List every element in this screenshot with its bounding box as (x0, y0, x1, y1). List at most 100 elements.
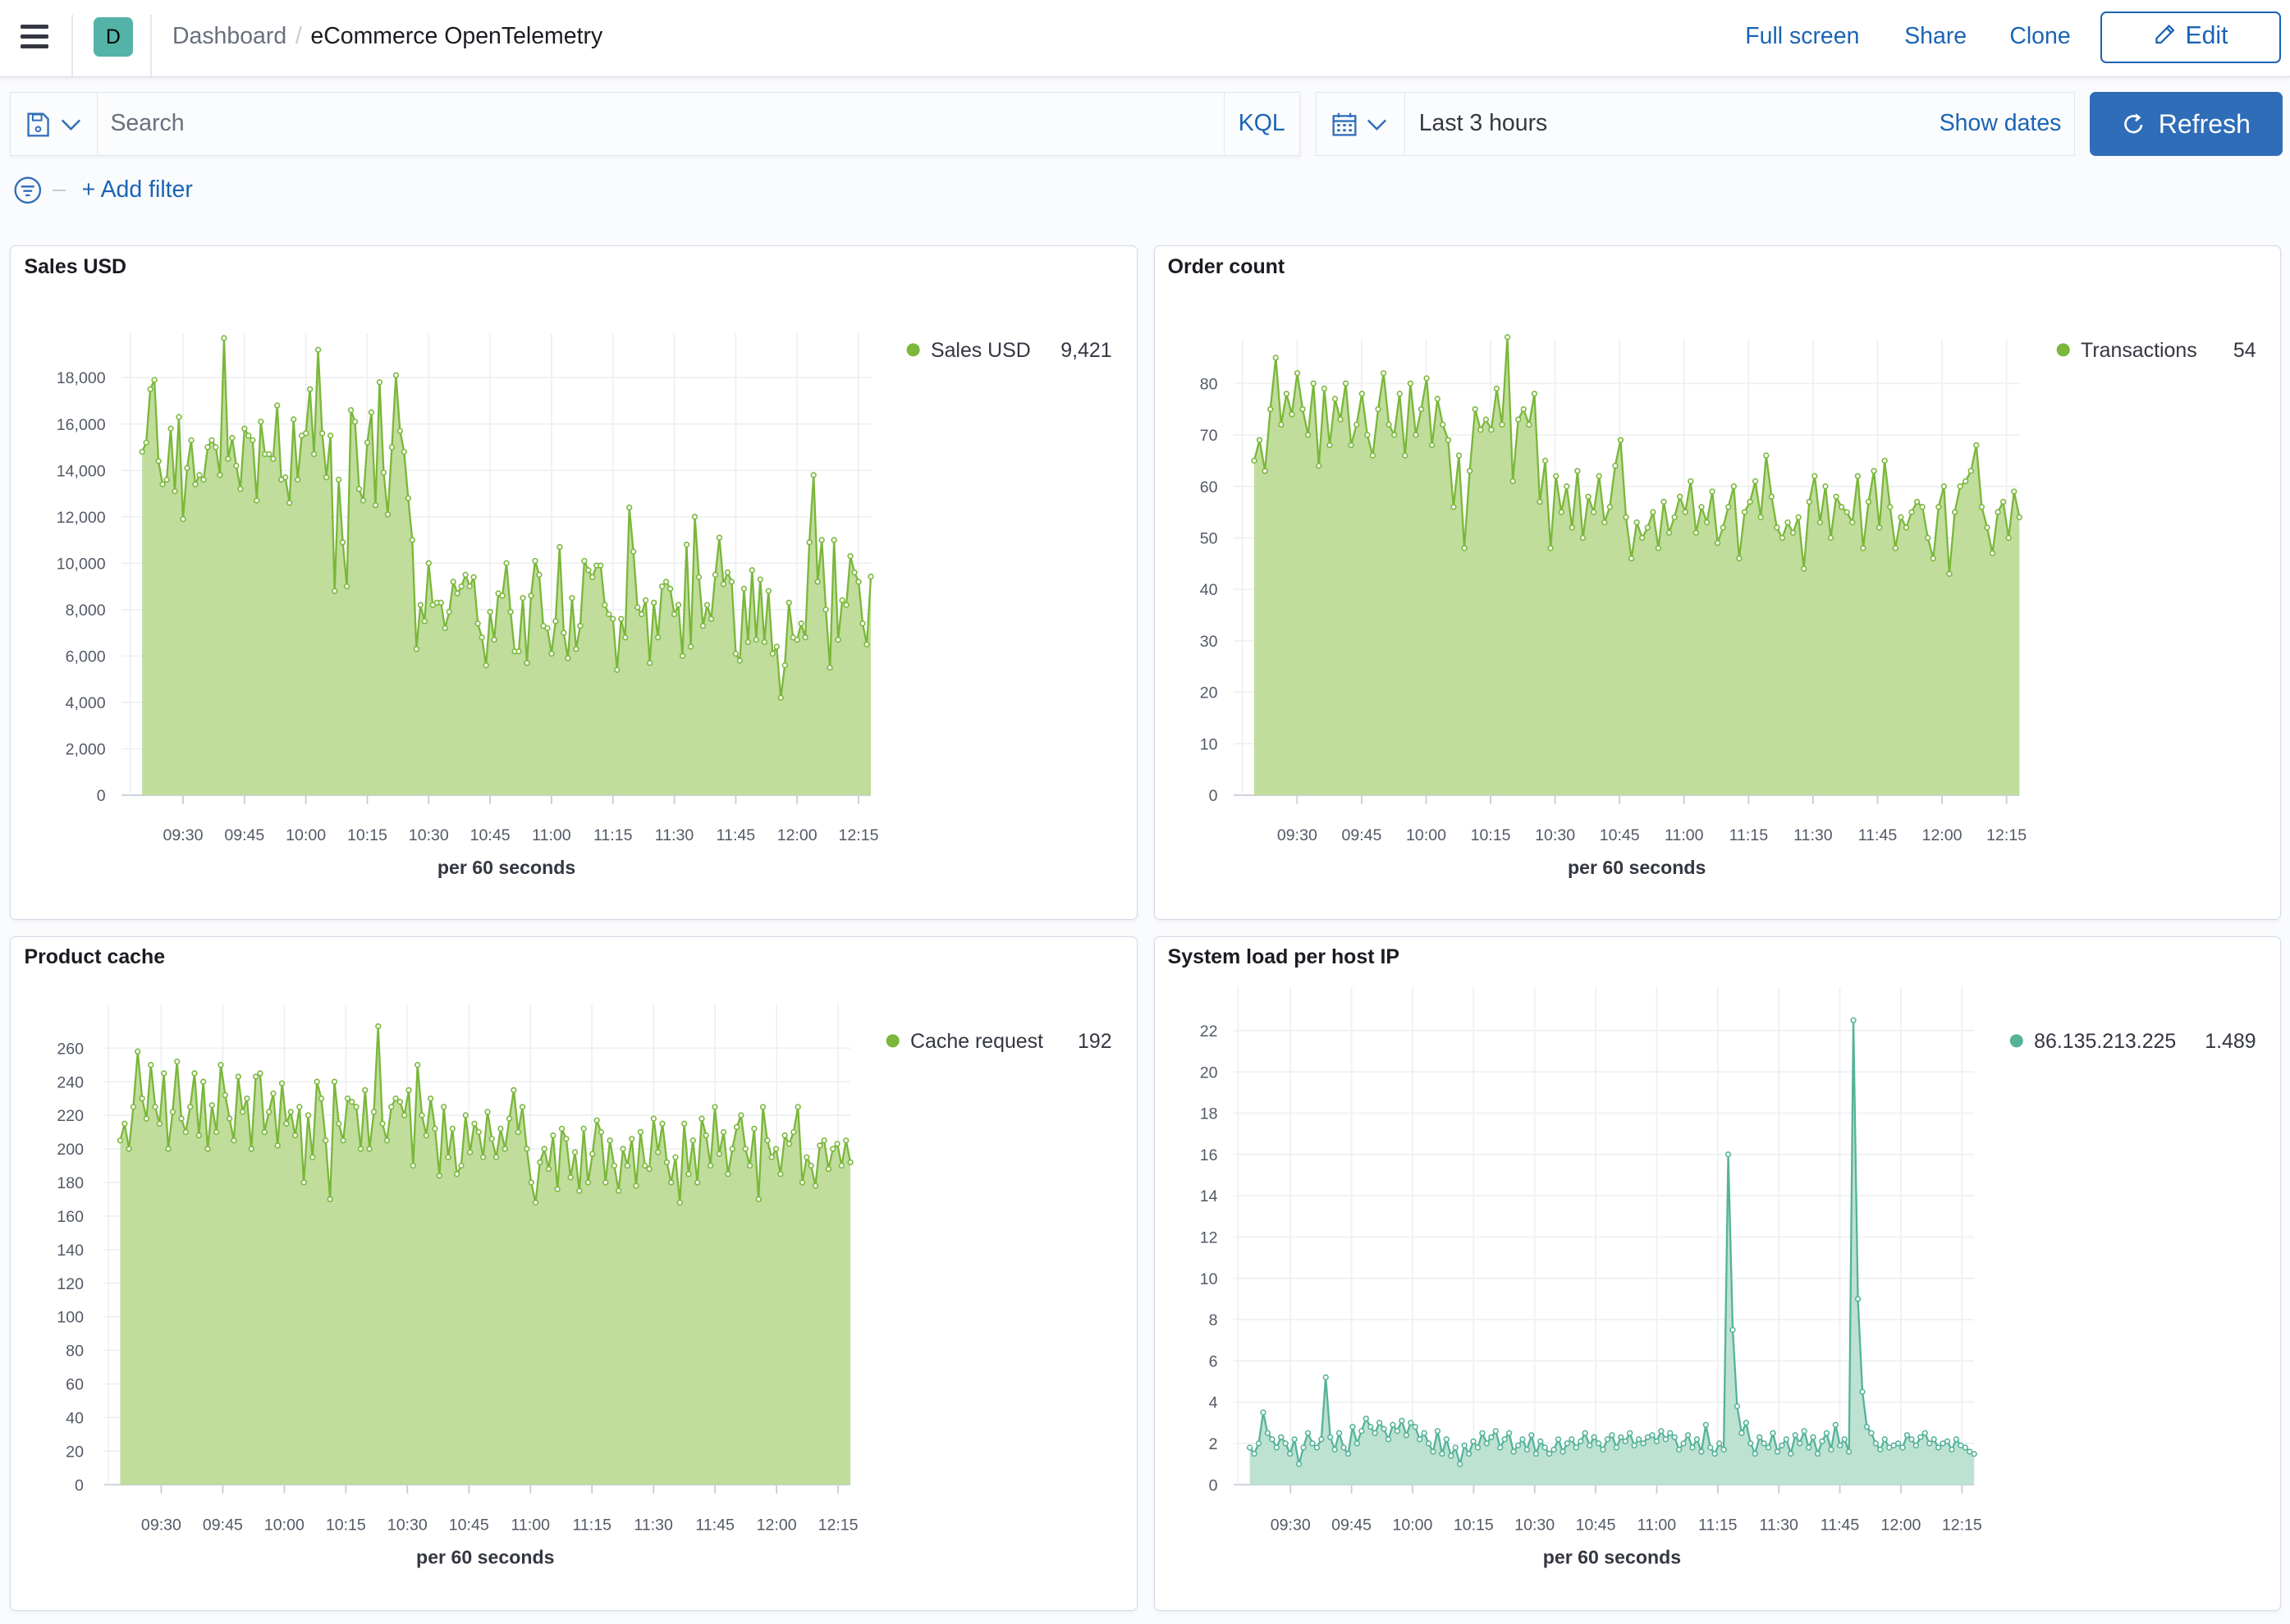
search-input[interactable] (98, 93, 1224, 154)
data-point (1854, 473, 1861, 479)
data-point (385, 511, 392, 518)
filter-icon[interactable] (13, 176, 43, 205)
menu-icon[interactable] (20, 25, 48, 48)
data-point (303, 430, 309, 437)
data-point (694, 1178, 701, 1186)
data-point (240, 1108, 246, 1115)
x-tick-label: 10:00 (264, 1516, 305, 1534)
data-point (552, 618, 560, 624)
data-point (839, 597, 846, 604)
data-point (1450, 504, 1457, 510)
data-point (1255, 1439, 1262, 1447)
data-point (659, 583, 666, 590)
data-point (1573, 468, 1581, 474)
data-point (598, 1128, 605, 1135)
data-point (1756, 1434, 1762, 1440)
data-point (1496, 1443, 1504, 1451)
data-point (1908, 509, 1915, 515)
data-point (1525, 421, 1532, 428)
data-point (770, 650, 776, 657)
data-point (270, 1090, 277, 1096)
edit-button[interactable]: Edit (2100, 11, 2282, 63)
data-point (814, 579, 822, 585)
add-filter-button[interactable]: + Add filter (82, 176, 193, 204)
data-point (569, 594, 575, 602)
data-point (1461, 1442, 1468, 1448)
data-point (559, 1125, 566, 1132)
quick-menu-button[interactable] (1317, 93, 1405, 154)
data-point (1623, 514, 1629, 520)
data-point (822, 606, 830, 613)
data-point (257, 1069, 264, 1077)
data-point (503, 560, 511, 566)
data-point (1773, 524, 1780, 531)
y-tick-label: 10,000 (57, 555, 106, 573)
data-point (1924, 534, 1931, 541)
data-point (1702, 1421, 1709, 1428)
series-area (120, 1026, 851, 1484)
share-link[interactable]: Share (1904, 23, 1967, 50)
query-language-button[interactable]: KQL (1223, 93, 1299, 154)
time-range-value[interactable]: Last 3 hours (1419, 110, 1548, 137)
breadcrumb-dashboard[interactable]: Dashboard (172, 23, 286, 49)
y-tick-label: 40 (66, 1409, 85, 1427)
data-point (1944, 1438, 1950, 1444)
x-tick-label: 11:00 (1637, 1516, 1676, 1534)
data-point (1586, 1442, 1592, 1448)
data-point (1532, 1450, 1539, 1457)
data-point (1752, 478, 1758, 484)
data-point (581, 557, 588, 565)
saved-query-button[interactable] (11, 93, 98, 154)
data-point (454, 1170, 460, 1177)
space-avatar[interactable]: D (93, 17, 133, 57)
data-point (377, 379, 383, 386)
data-point (688, 643, 694, 650)
data-point (227, 1115, 233, 1122)
data-point (1989, 550, 1995, 556)
data-point (1277, 1434, 1285, 1440)
x-tick-label: 11:00 (511, 1516, 551, 1534)
data-point (1917, 1434, 1924, 1440)
data-point (1714, 539, 1720, 547)
data-point (859, 620, 867, 627)
data-point (474, 620, 482, 627)
data-point (254, 497, 260, 504)
data-point (253, 1073, 259, 1080)
data-point (1730, 483, 1737, 490)
data-point (546, 1165, 552, 1172)
data-point (602, 1178, 609, 1186)
data-point (1675, 1446, 1682, 1452)
clone-link[interactable]: Clone (2009, 23, 2070, 50)
data-point (1940, 483, 1947, 490)
breadcrumb-separator: / (295, 23, 302, 50)
data-point (1648, 1431, 1656, 1439)
data-point (1843, 509, 1850, 515)
data-point (1501, 1435, 1508, 1443)
refresh-button[interactable]: Refresh (2090, 92, 2283, 157)
data-point (1514, 1442, 1521, 1448)
data-point (625, 1162, 631, 1169)
panel-product-cache: Product cache 0 20 40 60 80 100 120 140 160 180 20… (10, 936, 1138, 1611)
data-point (467, 1148, 474, 1155)
data-point (1595, 1439, 1601, 1447)
data-point (786, 599, 793, 606)
show-dates-link[interactable]: Show dates (1940, 110, 2062, 137)
data-point (188, 437, 195, 444)
y-tick-label: 140 (57, 1241, 85, 1259)
data-point (1385, 421, 1392, 428)
data-point (236, 1073, 242, 1080)
data-point (139, 448, 146, 455)
y-tick-label: 22 (1199, 1022, 1217, 1041)
y-tick-label: 4 (1208, 1393, 1217, 1411)
y-tick-label: 0 (76, 1476, 85, 1494)
legend-dot-icon (907, 343, 921, 357)
data-point (373, 501, 379, 509)
data-point (1865, 498, 1871, 505)
full-screen-link[interactable]: Full screen (1745, 23, 1859, 50)
x-tick-label: 11:45 (717, 826, 756, 844)
x-tick-label: 10:00 (1406, 826, 1446, 844)
data-point (1761, 1439, 1767, 1447)
data-point (1288, 411, 1295, 418)
data-point (676, 602, 682, 608)
y-tick-label: 8,000 (66, 602, 106, 620)
